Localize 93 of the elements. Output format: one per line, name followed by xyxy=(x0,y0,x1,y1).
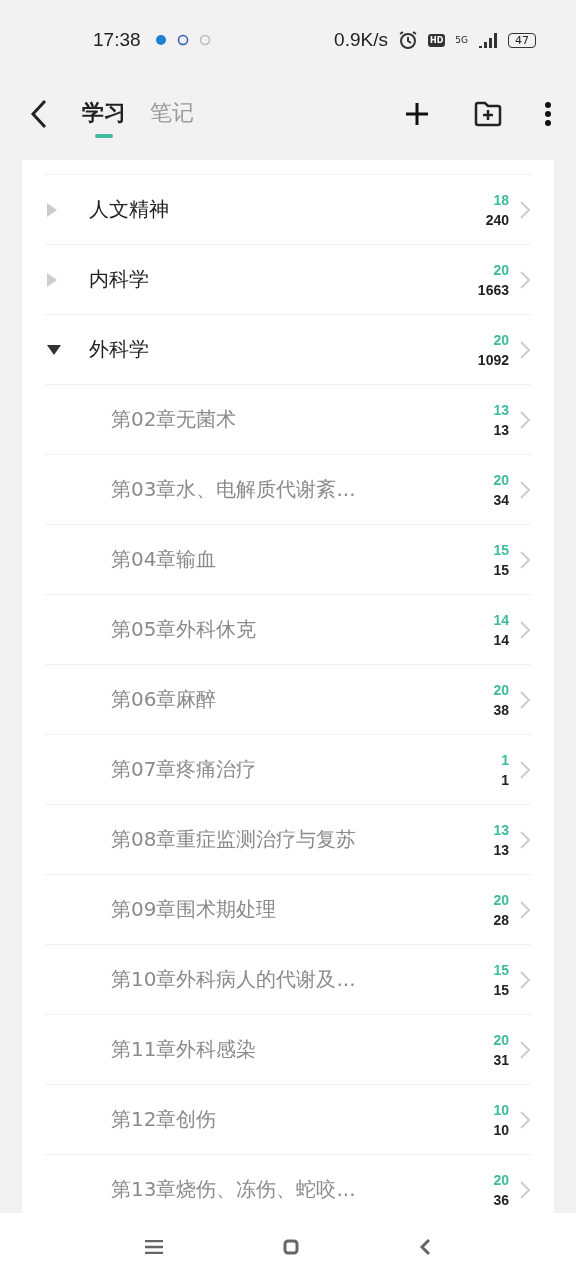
due-count: 14 xyxy=(493,611,509,628)
alarm-clock-icon xyxy=(397,30,418,50)
due-count: 20 xyxy=(493,1031,509,1048)
deck-title: 第07章疼痛治疗 xyxy=(110,756,258,783)
deck-title: 第12章创伤 xyxy=(110,1106,218,1133)
chevron-right-icon xyxy=(519,269,531,290)
due-count: 20 xyxy=(493,471,509,488)
chevron-right-icon xyxy=(519,549,531,570)
chevron-right-icon xyxy=(519,759,531,780)
due-count: 1 xyxy=(501,751,509,768)
tree-row[interactable]: 第04章输血 15 15 xyxy=(45,524,531,594)
clock: 17:38 xyxy=(93,29,141,51)
chevron-right-icon xyxy=(519,829,531,850)
total-count: 13 xyxy=(493,841,509,858)
network-speed: 0.9K/s xyxy=(334,29,388,51)
chevron-right-icon xyxy=(519,1179,531,1200)
network-type: 5G xyxy=(455,35,468,45)
due-count: 13 xyxy=(493,821,509,838)
deck-title: 人文精神 xyxy=(89,196,170,223)
tree-row[interactable]: 第02章无菌术 13 13 xyxy=(45,384,531,454)
due-count: 15 xyxy=(493,541,509,558)
total-count: 34 xyxy=(493,491,509,508)
tree-row[interactable]: 第03章水、电解质代谢紊... 20 34 xyxy=(45,454,531,524)
chevron-right-icon xyxy=(519,199,531,220)
chevron-right-icon xyxy=(519,409,531,430)
total-count: 15 xyxy=(493,561,509,578)
total-count: 10 xyxy=(493,1121,509,1138)
app-notification-icon xyxy=(154,34,167,46)
chevron-right-icon xyxy=(519,969,531,990)
tree-row[interactable]: 第06章麻醉 20 38 xyxy=(45,664,531,734)
due-count: 20 xyxy=(493,1171,509,1188)
deck-title: 第02章无菌术 xyxy=(110,406,238,433)
square-icon xyxy=(283,1238,299,1255)
tab[interactable]: 学习 xyxy=(70,89,138,138)
hd-badge: HD xyxy=(427,33,446,47)
battery-level: 47 xyxy=(508,32,536,48)
chevron-right-icon xyxy=(519,1039,531,1060)
chevron-right-icon xyxy=(519,899,531,920)
total-count: 1092 xyxy=(477,351,509,368)
menu-icon xyxy=(145,1239,163,1254)
deck-title: 内科学 xyxy=(89,266,150,293)
deck-title: 第04章输血 xyxy=(110,546,218,573)
tree-row[interactable]: 第12章创伤 10 10 xyxy=(45,1084,531,1154)
chevron-right-icon xyxy=(519,339,531,360)
total-count: 14 xyxy=(493,631,509,648)
total-count: 38 xyxy=(493,701,509,718)
signal-icon xyxy=(478,32,498,48)
triangle-down-icon xyxy=(47,344,61,355)
due-count: 20 xyxy=(493,331,509,348)
deck-title: 第09章围术期处理 xyxy=(110,896,278,923)
total-count: 1 xyxy=(501,771,509,788)
chevron-right-icon xyxy=(519,1109,531,1130)
tree-row[interactable]: 第09章围术期处理 20 28 xyxy=(45,874,531,944)
total-count: 1663 xyxy=(477,281,509,298)
app-notification-icon xyxy=(198,34,211,46)
total-count: 15 xyxy=(493,981,509,998)
plus-icon xyxy=(404,100,430,127)
total-count: 36 xyxy=(493,1191,509,1208)
triangle-right-icon xyxy=(47,272,57,287)
chevron-right-icon xyxy=(519,619,531,640)
chevron-right-icon xyxy=(519,479,531,500)
deck-title: 第05章外科休克 xyxy=(110,616,258,643)
deck-title: 外科学 xyxy=(89,336,150,363)
tree-row[interactable]: 内科学 20 1663 xyxy=(45,244,531,314)
folder-plus-icon xyxy=(474,100,502,127)
total-count: 31 xyxy=(493,1051,509,1068)
due-count: 13 xyxy=(493,401,509,418)
total-count: 28 xyxy=(493,911,509,928)
tree-row[interactable]: 第11章外科感染 20 31 xyxy=(45,1014,531,1084)
tree-row[interactable]: 第07章疼痛治疗 1 1 xyxy=(45,734,531,804)
more-icon xyxy=(544,100,552,127)
tree-row[interactable]: 第05章外科休克 14 14 xyxy=(45,594,531,664)
tree-row[interactable]: 人文精神 18 240 xyxy=(45,174,531,244)
total-count: 240 xyxy=(485,211,509,228)
tree-row[interactable]: 外科学 20 1092 xyxy=(45,314,531,384)
tree-row[interactable]: 第10章外科病人的代谢及... 15 15 xyxy=(45,944,531,1014)
deck-title: 第13章烧伤、冻伤、蛇咬... xyxy=(110,1176,357,1203)
due-count: 20 xyxy=(493,681,509,698)
app-notification-icon xyxy=(176,34,189,46)
due-count: 20 xyxy=(493,261,509,278)
deck-title: 第03章水、电解质代谢紊... xyxy=(110,476,357,503)
tree-row[interactable]: 第08章重症监测治疗与复苏 13 13 xyxy=(45,804,531,874)
deck-title: 第08章重症监测治疗与复苏 xyxy=(110,826,358,853)
deck-title: 第06章麻醉 xyxy=(110,686,218,713)
due-count: 18 xyxy=(493,191,509,208)
due-count: 10 xyxy=(493,1101,509,1118)
deck-title: 第11章外科感染 xyxy=(110,1036,258,1063)
deck-title: 第10章外科病人的代谢及... xyxy=(110,966,357,993)
total-count: 13 xyxy=(493,421,509,438)
due-count: 15 xyxy=(493,961,509,978)
due-count: 20 xyxy=(493,891,509,908)
chevron-right-icon xyxy=(519,689,531,710)
triangle-right-icon xyxy=(47,202,57,217)
